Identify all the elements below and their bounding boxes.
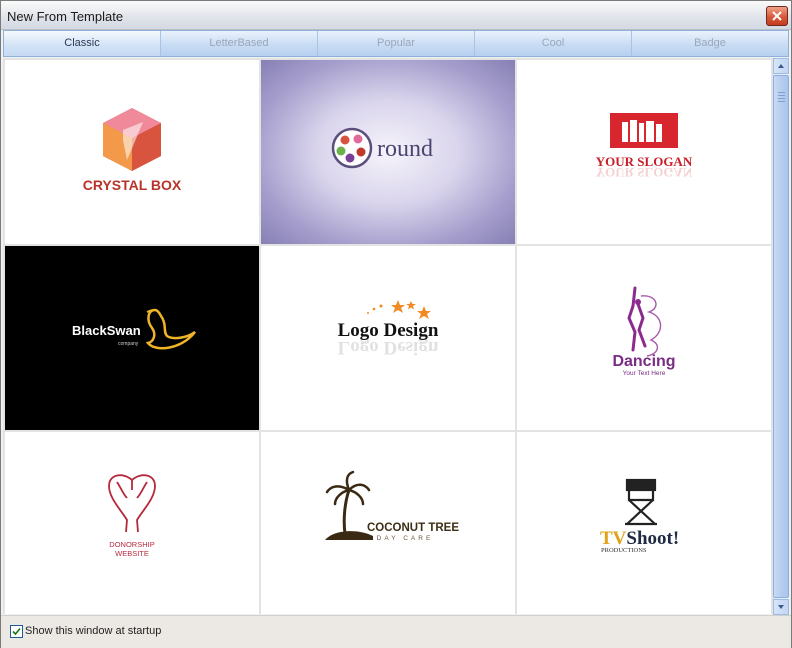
tab-letterbased[interactable]: LetterBased xyxy=(161,31,318,56)
vertical-scrollbar[interactable] xyxy=(773,58,789,615)
template-crystal-box[interactable]: CRYSTAL BOX xyxy=(5,60,259,244)
cube-icon xyxy=(103,108,161,171)
startup-checkbox[interactable] xyxy=(10,625,23,638)
flamingo-heart-icon xyxy=(108,474,156,533)
new-from-template-window: New From Template Classic LetterBased Po… xyxy=(0,0,792,648)
startup-checkbox-label: Show this window at startup xyxy=(25,625,162,637)
template-donorship[interactable]: DONORSHIP WEBSITE xyxy=(5,432,259,614)
tab-classic[interactable]: Classic xyxy=(4,31,161,56)
template-round-text: round xyxy=(377,136,433,162)
template-logo-design[interactable]: Logo Design Logo Design xyxy=(261,246,515,430)
scroll-thumb[interactable] xyxy=(773,75,789,598)
template-grid: CRYSTAL BOX round YOUR SLOGAN YOUR SLOGA… xyxy=(3,58,773,614)
close-icon xyxy=(772,11,782,21)
template-donorship-text: DONORSHIP xyxy=(109,540,154,549)
scroll-down-button[interactable] xyxy=(773,599,789,615)
template-logo-design-reflection: Logo Design xyxy=(338,337,439,358)
arrow-down-icon xyxy=(778,605,784,609)
close-button[interactable] xyxy=(766,6,788,26)
template-dancing[interactable]: Dancing Your Text Here xyxy=(517,246,771,430)
template-crystal-box-text: CRYSTAL BOX xyxy=(83,177,182,193)
template-donorship-subtext: WEBSITE xyxy=(115,549,149,558)
template-coconut-tree[interactable]: COCONUT TREE DAY CARE xyxy=(261,432,515,614)
checkmark-icon xyxy=(12,627,21,636)
books-icon xyxy=(610,113,678,148)
circle-dots-icon xyxy=(331,127,373,169)
template-black-swan[interactable]: BlackSwan company xyxy=(5,246,259,430)
template-your-slogan-reflection: YOUR SLOGAN xyxy=(596,165,693,180)
scroll-up-button[interactable] xyxy=(773,58,789,74)
template-your-slogan[interactable]: YOUR SLOGAN YOUR SLOGAN xyxy=(517,60,771,244)
dancer-icon xyxy=(627,286,662,357)
template-dancing-subtext: Your Text Here xyxy=(623,370,666,377)
template-tv-shoot-text: TVShoot! xyxy=(600,528,679,549)
stars-icon xyxy=(367,300,431,319)
template-black-swan-subtext: company xyxy=(118,341,139,347)
category-tabs: Classic LetterBased Popular Cool Badge xyxy=(3,30,789,57)
swan-icon xyxy=(145,308,196,350)
footer-bar: Show this window at startup xyxy=(1,615,791,648)
template-coconut-tree-subtext: DAY CARE xyxy=(377,535,434,542)
window-title: New From Template xyxy=(7,9,124,24)
director-chair-icon xyxy=(625,478,657,526)
arrow-up-icon xyxy=(778,64,784,68)
tab-badge[interactable]: Badge xyxy=(632,31,788,56)
template-tv-shoot-tv: TV xyxy=(600,528,627,549)
tab-cool[interactable]: Cool xyxy=(475,31,632,56)
template-tv-shoot-subtext: PRODUCTIONS xyxy=(601,547,647,554)
template-tv-shoot[interactable]: TVShoot! PRODUCTIONS xyxy=(517,432,771,614)
template-tv-shoot-shoot: Shoot! xyxy=(626,528,679,549)
tab-popular[interactable]: Popular xyxy=(318,31,475,56)
template-round[interactable]: round xyxy=(261,60,515,244)
template-black-swan-text: BlackSwan xyxy=(72,323,141,338)
palm-tree-icon xyxy=(325,470,373,540)
template-coconut-tree-text: COCONUT TREE xyxy=(367,522,459,534)
title-bar: New From Template xyxy=(1,1,791,30)
template-dancing-text: Dancing xyxy=(612,353,675,370)
